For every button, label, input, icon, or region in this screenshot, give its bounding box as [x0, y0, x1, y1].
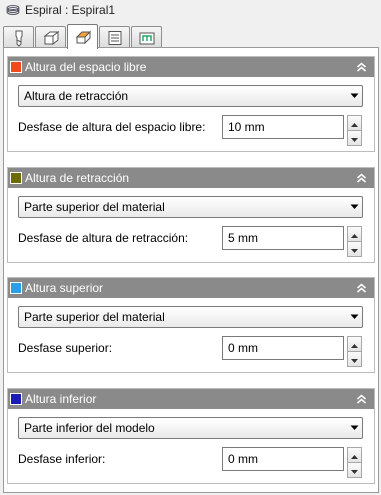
bottom-offset-input[interactable]: 0 mm	[222, 447, 344, 471]
stepper-down-button[interactable]	[347, 242, 362, 257]
group-title: Altura inferior	[25, 392, 97, 406]
stepper-up-button[interactable]	[347, 115, 362, 131]
arrow-up-icon	[351, 337, 358, 351]
linking-icon	[138, 30, 156, 46]
group-header[interactable]: Altura inferior	[8, 389, 374, 409]
group-retract-height: Altura de retracción Parte superior del …	[7, 167, 375, 263]
arrow-down-icon	[351, 242, 358, 256]
retract-reference-dropdown[interactable]: Parte superior del material	[18, 196, 363, 218]
field-label: Desfase superior:	[18, 341, 113, 355]
tab-shape[interactable]	[35, 26, 66, 48]
group-header[interactable]: Altura del espacio libre	[8, 57, 374, 77]
color-swatch	[10, 393, 22, 405]
arrow-up-icon	[351, 116, 358, 130]
collapse-icon[interactable]	[353, 170, 369, 186]
chevron-down-icon	[346, 314, 362, 320]
stepper-down-button[interactable]	[347, 463, 362, 478]
color-swatch	[10, 282, 22, 294]
arrow-down-icon	[351, 352, 358, 366]
arrow-down-icon	[351, 131, 358, 145]
heights-icon	[74, 29, 92, 45]
group-top-height: Altura superior Parte superior del mater…	[7, 277, 375, 373]
clearance-offset-stepper[interactable]	[347, 115, 362, 146]
title-bar: Espiral : Espiral1	[0, 0, 381, 20]
group-clearance-height: Altura del espacio libre Altura de retra…	[7, 56, 375, 152]
stepper-up-button[interactable]	[347, 336, 362, 352]
shape-icon	[42, 30, 60, 46]
window-title: Espiral : Espiral1	[25, 3, 116, 17]
passes-icon	[107, 30, 123, 46]
clearance-reference-dropdown[interactable]: Altura de retracción	[18, 85, 363, 107]
field-label: Desfase de altura de retracción:	[18, 231, 189, 245]
dropdown-value: Altura de retracción	[24, 89, 129, 103]
stepper-up-button[interactable]	[347, 226, 362, 242]
spiral-icon	[5, 3, 21, 17]
chevron-down-icon	[346, 204, 362, 210]
collapse-icon[interactable]	[353, 59, 369, 75]
tool-icon	[11, 29, 27, 47]
dropdown-value: Parte superior del material	[24, 310, 165, 324]
clearance-offset-input[interactable]: 10 mm	[222, 115, 344, 139]
retract-offset-input[interactable]: 5 mm	[222, 226, 344, 250]
chevron-down-icon	[346, 93, 362, 99]
arrow-up-icon	[351, 448, 358, 462]
tab-tool[interactable]	[3, 26, 34, 48]
retract-offset-stepper[interactable]	[347, 226, 362, 257]
bottom-offset-stepper[interactable]	[347, 447, 362, 478]
group-title: Altura superior	[25, 281, 104, 295]
field-label: Desfase de altura del espacio libre:	[18, 120, 206, 134]
arrow-up-icon	[351, 227, 358, 241]
tab-strip	[3, 22, 163, 49]
bottom-reference-dropdown[interactable]: Parte inferior del modelo	[18, 417, 363, 439]
tab-linking[interactable]	[131, 26, 162, 48]
group-bottom-height: Altura inferior Parte inferior del model…	[7, 388, 375, 484]
color-swatch	[10, 61, 22, 73]
collapse-icon[interactable]	[353, 391, 369, 407]
heights-panel: Altura del espacio libre Altura de retra…	[3, 47, 379, 493]
arrow-down-icon	[351, 463, 358, 477]
top-offset-input[interactable]: 0 mm	[222, 336, 344, 360]
top-reference-dropdown[interactable]: Parte superior del material	[18, 306, 363, 328]
color-swatch	[10, 172, 22, 184]
top-offset-stepper[interactable]	[347, 336, 362, 367]
group-title: Altura de retracción	[25, 171, 130, 185]
collapse-icon[interactable]	[353, 280, 369, 296]
field-label: Desfase inferior:	[18, 452, 106, 466]
tab-passes[interactable]	[99, 26, 130, 48]
group-header[interactable]: Altura de retracción	[8, 168, 374, 188]
stepper-up-button[interactable]	[347, 447, 362, 463]
stepper-down-button[interactable]	[347, 352, 362, 367]
group-title: Altura del espacio libre	[25, 60, 147, 74]
stepper-down-button[interactable]	[347, 131, 362, 146]
dropdown-value: Parte superior del material	[24, 200, 165, 214]
dropdown-value: Parte inferior del modelo	[24, 421, 155, 435]
group-header[interactable]: Altura superior	[8, 278, 374, 298]
chevron-down-icon	[346, 425, 362, 431]
tab-heights[interactable]	[67, 24, 98, 49]
